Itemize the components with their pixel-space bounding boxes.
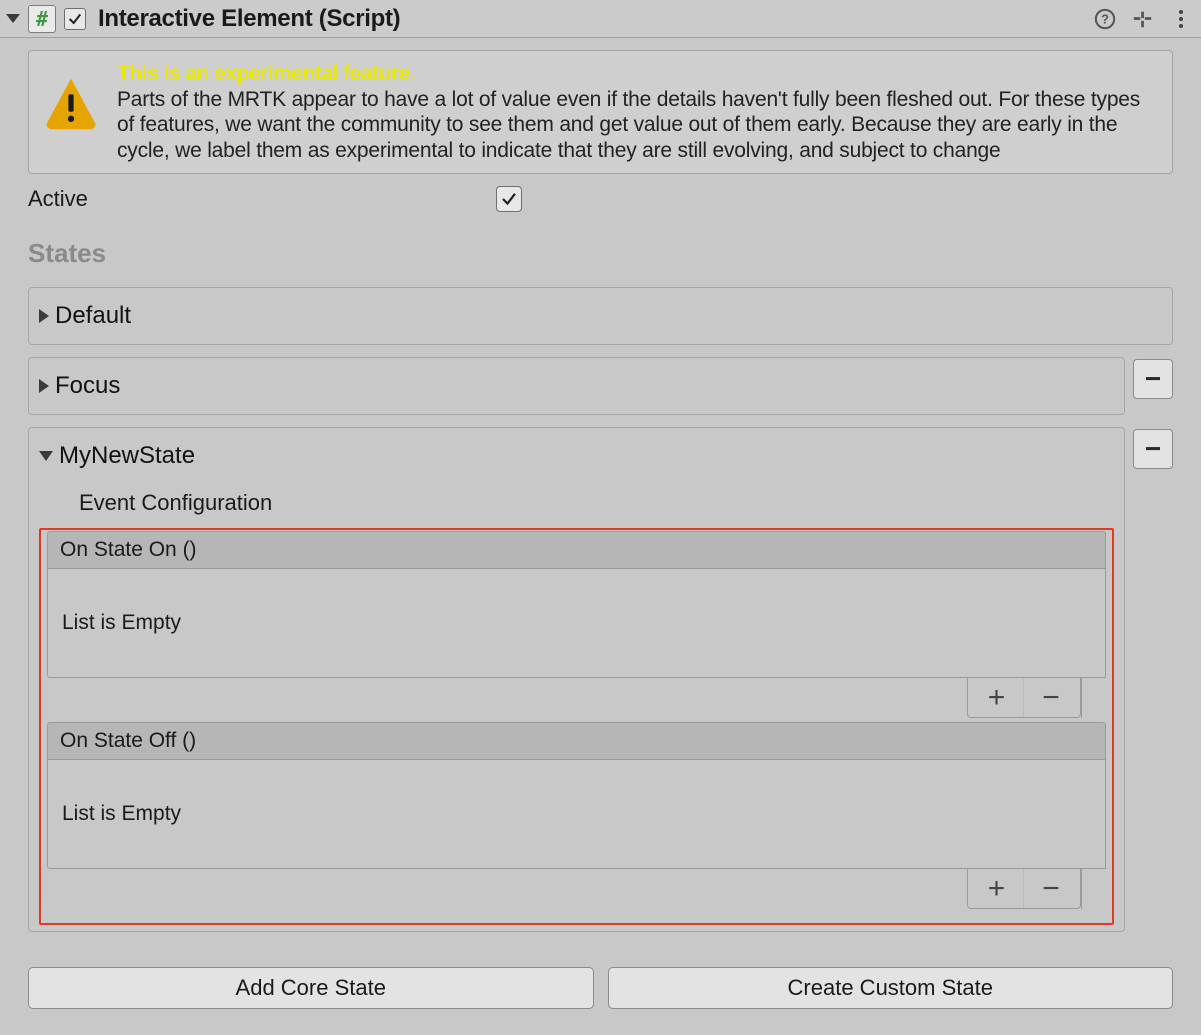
svg-text:?: ? xyxy=(1101,11,1109,26)
remove-state-focus-button[interactable]: − xyxy=(1133,359,1173,399)
on-state-on-list: List is Empty xyxy=(47,569,1106,678)
experimental-warning-box: This is an experimental feature. Parts o… xyxy=(28,50,1173,174)
component-enabled-checkbox[interactable] xyxy=(64,8,86,30)
experimental-headline: This is an experimental feature. xyxy=(117,61,1158,87)
context-menu-icon[interactable] xyxy=(1169,7,1193,31)
active-checkbox[interactable] xyxy=(496,186,522,212)
state-label-mynewstate: MyNewState xyxy=(59,442,195,470)
state-box-mynewstate: MyNewState Event Configuration On State … xyxy=(28,427,1125,932)
on-state-off-remove-button[interactable]: − xyxy=(1024,869,1078,908)
experimental-body: Parts of the MRTK appear to have a lot o… xyxy=(117,88,1140,162)
component-foldout-toggle[interactable] xyxy=(6,14,20,23)
component-title: Interactive Element (Script) xyxy=(98,5,1093,33)
warning-icon xyxy=(43,75,99,131)
state-label-default: Default xyxy=(55,302,131,330)
on-state-on-add-button[interactable]: + xyxy=(970,678,1024,717)
event-config-highlight: On State On () List is Empty + − On Stat… xyxy=(39,528,1114,925)
on-state-on-block: On State On () List is Empty + − xyxy=(47,531,1106,718)
on-state-off-add-button[interactable]: + xyxy=(970,869,1024,908)
create-custom-state-button[interactable]: Create Custom State xyxy=(608,967,1174,1009)
foldout-toggle-default[interactable] xyxy=(39,309,49,323)
state-label-focus: Focus xyxy=(55,372,120,400)
on-state-off-header: On State Off () xyxy=(47,722,1106,760)
state-box-default: Default xyxy=(28,287,1173,345)
on-state-on-header: On State On () xyxy=(47,531,1106,569)
on-state-on-remove-button[interactable]: − xyxy=(1024,678,1078,717)
script-icon: # xyxy=(28,5,56,33)
states-header: States xyxy=(28,238,1173,269)
check-icon xyxy=(500,190,518,208)
check-icon xyxy=(67,11,83,27)
state-box-focus: Focus xyxy=(28,357,1125,415)
active-label: Active xyxy=(28,186,496,212)
help-icon[interactable]: ? xyxy=(1093,7,1117,31)
component-header: # Interactive Element (Script) ? xyxy=(0,0,1201,38)
remove-state-mynewstate-button[interactable]: − xyxy=(1133,429,1173,469)
foldout-toggle-mynewstate[interactable] xyxy=(39,451,53,461)
foldout-toggle-focus[interactable] xyxy=(39,379,49,393)
on-state-off-list: List is Empty xyxy=(47,760,1106,869)
preset-icon[interactable] xyxy=(1131,7,1155,31)
on-state-off-block: On State Off () List is Empty + − xyxy=(47,722,1106,909)
event-configuration-label: Event Configuration xyxy=(79,490,272,516)
add-core-state-button[interactable]: Add Core State xyxy=(28,967,594,1009)
